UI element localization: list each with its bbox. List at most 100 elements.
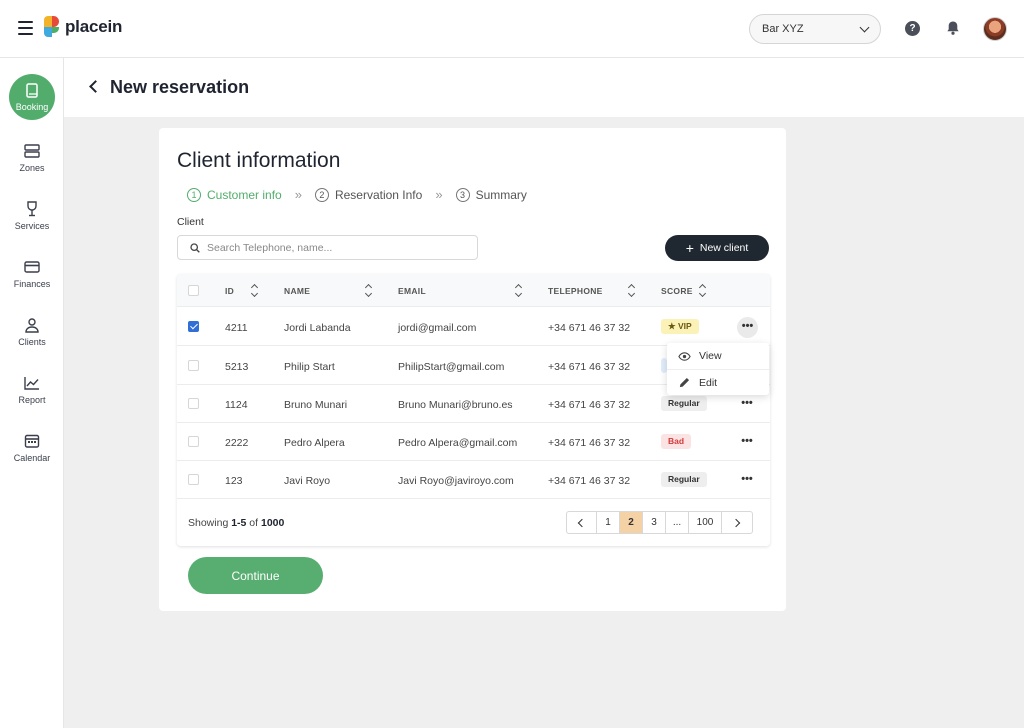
pencil-icon bbox=[679, 377, 690, 388]
client-label: Client bbox=[177, 216, 204, 228]
table-row[interactable]: 4211 Jordi Labanda jordi@gmail.com +34 6… bbox=[177, 308, 770, 346]
prev-page-button[interactable] bbox=[567, 512, 597, 533]
cell-name: Javi Royo bbox=[284, 475, 331, 487]
new-client-button[interactable]: + New client bbox=[665, 235, 769, 261]
sidebar-item-calendar[interactable]: Calendar bbox=[0, 432, 64, 482]
menu-item-edit[interactable]: Edit bbox=[667, 369, 769, 395]
row-more-button[interactable]: ••• bbox=[737, 396, 757, 412]
cell-id: 4211 bbox=[225, 322, 248, 334]
cell-email: Javi Royo@javiroyo.com bbox=[398, 475, 514, 487]
column-label: ID bbox=[225, 286, 235, 296]
sidebar-item-report[interactable]: Report bbox=[0, 374, 64, 424]
sort-icon[interactable] bbox=[628, 285, 636, 295]
brand-name: placein bbox=[65, 17, 123, 36]
sort-icon[interactable] bbox=[251, 285, 259, 295]
score-badge-regular: Regular bbox=[661, 396, 707, 411]
page-button[interactable]: 100 bbox=[689, 512, 722, 533]
card-title: Client information bbox=[177, 149, 341, 172]
menu-item-label: Edit bbox=[699, 376, 718, 389]
sidebar-item-label: Finances bbox=[13, 279, 51, 289]
book-icon bbox=[26, 83, 38, 98]
venue-select-value: Bar XYZ bbox=[762, 23, 804, 35]
zones-icon bbox=[24, 144, 40, 158]
sidebar-item-label: Booking bbox=[15, 102, 49, 112]
step-customer-info[interactable]: 1 Customer info bbox=[187, 187, 282, 202]
cell-id: 1124 bbox=[225, 399, 248, 411]
row-checkbox[interactable] bbox=[188, 474, 199, 485]
plus-icon: + bbox=[685, 239, 694, 256]
step-label: Reservation Info bbox=[334, 187, 423, 202]
column-label: EMAIL bbox=[398, 286, 426, 296]
back-arrow-icon[interactable] bbox=[89, 80, 102, 93]
services-icon bbox=[27, 201, 37, 217]
cell-email: jordi@gmail.com bbox=[398, 322, 477, 334]
next-page-button[interactable] bbox=[722, 512, 752, 533]
cell-name: Philip Start bbox=[284, 361, 335, 373]
sidebar-item-zones[interactable]: Zones bbox=[0, 142, 64, 192]
chevron-down-icon bbox=[859, 22, 870, 32]
cell-name: Pedro Alpera bbox=[284, 437, 345, 449]
client-search-box bbox=[177, 235, 478, 260]
double-chevron-icon: » bbox=[294, 187, 302, 202]
pagination-summary: Showing 1-5 of 1000 bbox=[188, 517, 284, 529]
user-avatar[interactable] bbox=[983, 17, 1007, 41]
row-checkbox[interactable] bbox=[188, 321, 199, 332]
column-header-id[interactable]: ID bbox=[225, 286, 234, 296]
column-header-telephone[interactable]: TELEPHONE bbox=[548, 286, 603, 296]
row-more-button[interactable]: ••• bbox=[737, 317, 758, 338]
sort-icon[interactable] bbox=[699, 285, 707, 295]
page-button-active[interactable]: 2 bbox=[620, 512, 643, 533]
column-label: SCORE bbox=[661, 286, 693, 296]
eye-icon bbox=[678, 351, 691, 361]
cell-telephone: +34 671 46 37 32 bbox=[548, 361, 631, 373]
search-icon bbox=[190, 242, 200, 253]
sort-icon[interactable] bbox=[365, 285, 373, 295]
logo[interactable]: placein bbox=[44, 16, 122, 38]
step-label: Customer info bbox=[207, 187, 282, 202]
menu-item-label: View bbox=[699, 350, 722, 362]
menu-item-view[interactable]: View bbox=[667, 343, 769, 369]
sidebar-item-clients[interactable]: Clients bbox=[0, 316, 64, 366]
row-more-button[interactable]: ••• bbox=[737, 434, 757, 450]
page-button[interactable]: 1 bbox=[597, 512, 620, 533]
table-header: ID NAME EMAIL TELEPHONE SCORE bbox=[177, 274, 770, 307]
sidebar-item-booking[interactable]: Booking bbox=[9, 74, 55, 120]
logo-mark-icon bbox=[44, 16, 60, 38]
cell-telephone: +34 671 46 37 32 bbox=[548, 399, 631, 411]
top-bar: placein Bar XYZ ? bbox=[0, 0, 1024, 58]
column-label: NAME bbox=[284, 286, 311, 296]
sidebar-item-services[interactable]: Services bbox=[0, 200, 64, 250]
step-reservation-info[interactable]: 2 Reservation Info bbox=[314, 187, 423, 202]
sort-icon[interactable] bbox=[515, 285, 523, 295]
sidebar: Booking Zones Services Finances Clients … bbox=[0, 58, 64, 728]
row-checkbox[interactable] bbox=[188, 360, 199, 371]
search-input[interactable] bbox=[207, 241, 467, 254]
table-row[interactable]: 123 Javi Royo Javi Royo@javiroyo.com +34… bbox=[177, 461, 770, 499]
user-icon bbox=[25, 318, 39, 333]
continue-button[interactable]: Continue bbox=[188, 557, 323, 594]
cell-email: Bruno Munari@bruno.es bbox=[398, 399, 513, 411]
row-more-button[interactable]: ••• bbox=[737, 472, 757, 488]
bell-icon[interactable] bbox=[945, 20, 961, 36]
help-icon[interactable]: ? bbox=[905, 21, 920, 36]
step-summary[interactable]: 3 Summary bbox=[455, 187, 527, 202]
select-all-checkbox[interactable] bbox=[188, 285, 199, 296]
cell-email: PhilipStart@gmail.com bbox=[398, 361, 505, 373]
page-button[interactable]: 3 bbox=[643, 512, 666, 533]
showing-prefix: Showing bbox=[188, 517, 232, 529]
cell-id: 123 bbox=[225, 475, 243, 487]
hamburger-menu-icon[interactable] bbox=[18, 21, 33, 35]
row-checkbox[interactable] bbox=[188, 398, 199, 409]
column-header-email[interactable]: EMAIL bbox=[398, 286, 426, 296]
page-ellipsis: ... bbox=[666, 512, 689, 533]
column-header-score[interactable]: SCORE bbox=[661, 286, 693, 296]
sidebar-item-label: Zones bbox=[19, 163, 45, 173]
chart-icon bbox=[24, 377, 39, 390]
card-icon bbox=[24, 261, 40, 273]
column-header-name[interactable]: NAME bbox=[284, 286, 310, 296]
pagination: 1 2 3 ... 100 bbox=[566, 511, 753, 534]
venue-select[interactable]: Bar XYZ bbox=[749, 14, 881, 44]
row-checkbox[interactable] bbox=[188, 436, 199, 447]
table-row[interactable]: 2222 Pedro Alpera Pedro Alpera@gmail.com… bbox=[177, 423, 770, 461]
sidebar-item-finances[interactable]: Finances bbox=[0, 258, 64, 308]
